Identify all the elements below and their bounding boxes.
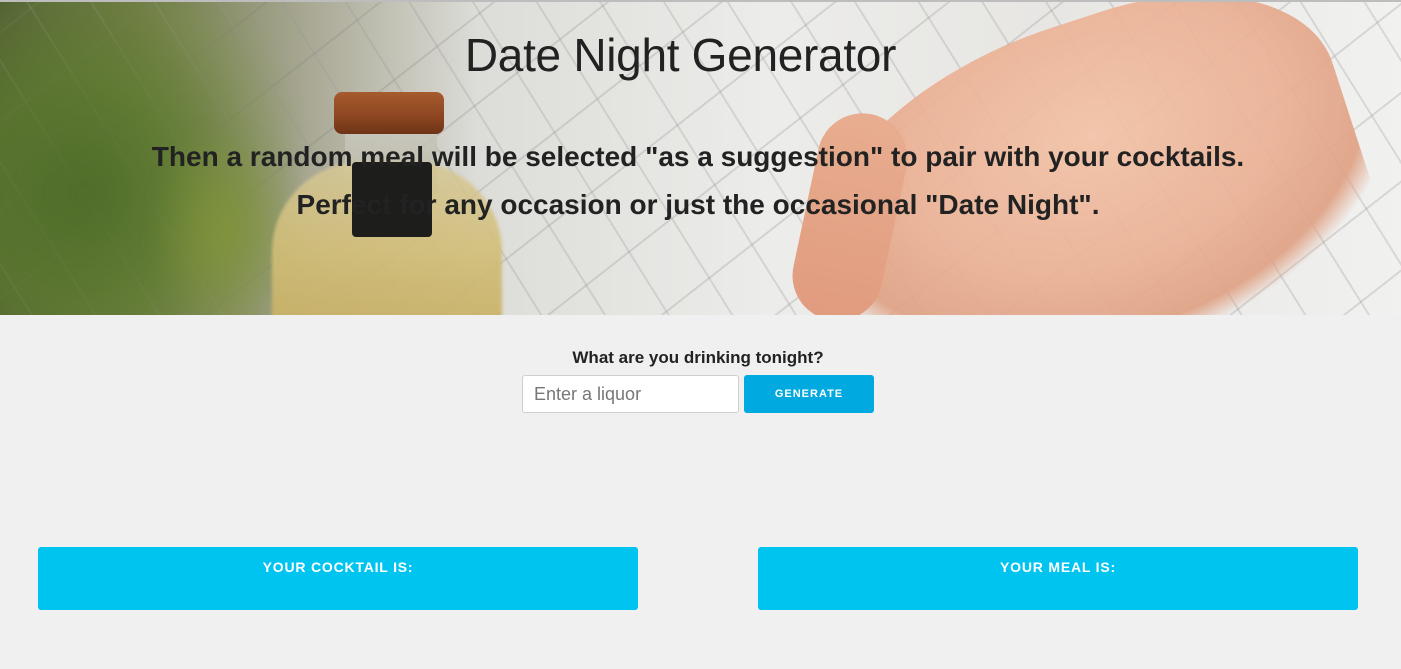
hero-description: Then a random meal will be selected "as … — [0, 133, 1396, 229]
hero-description-line-1: Then a random meal will be selected "as … — [151, 141, 1245, 172]
liquor-input[interactable] — [522, 375, 739, 413]
cocktail-result-label: YOUR COCKTAIL IS: — [262, 559, 414, 575]
liquor-question-label: What are you drinking tonight? — [572, 348, 824, 367]
generate-button[interactable]: GENERATE — [744, 375, 874, 413]
bottle-cork-image — [334, 92, 444, 134]
hero-banner: Date Night Generator Then a random meal … — [0, 0, 1401, 315]
cocktail-result-card: YOUR COCKTAIL IS: — [38, 547, 638, 610]
liquor-form-row: GENERATE — [0, 375, 1396, 413]
hero-description-line-2: Perfect for any occasion or just the occ… — [296, 189, 1100, 220]
meal-result-label: YOUR MEAL IS: — [1000, 559, 1116, 575]
liquor-form: What are you drinking tonight? GENERATE — [0, 348, 1396, 413]
meal-result-card: YOUR MEAL IS: — [758, 547, 1358, 610]
page-title: Date Night Generator — [464, 29, 897, 81]
